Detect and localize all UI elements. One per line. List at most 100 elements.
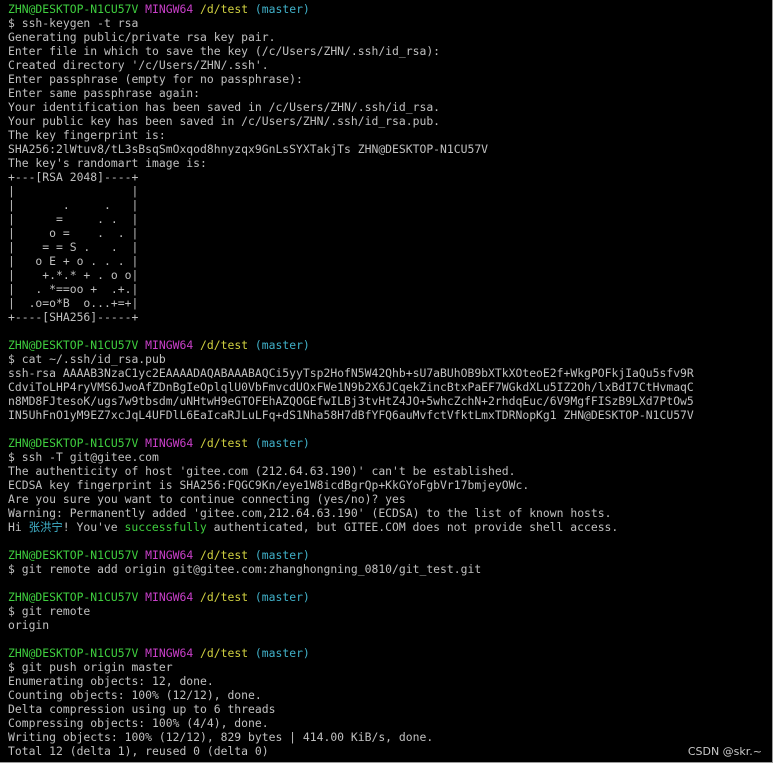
- output-line: Total 12 (delta 1), reused 0 (delta 0): [0, 744, 772, 758]
- output-line: | . . |: [0, 198, 772, 212]
- output-line: IN5UhFnO1yM9EZ7xcJqL4UFDlL6EaIcaRJLuLFq+…: [0, 408, 772, 422]
- prompt-line: ZHN@DESKTOP-N1CU57V MINGW64 /d/test (mas…: [0, 2, 772, 16]
- output-text: Are you sure you want to continue connec…: [8, 492, 406, 506]
- prompt-shell: MINGW64: [145, 2, 194, 16]
- hi-suffix: authenticated, but GITEE.COM does not pr…: [206, 520, 619, 534]
- output-text: Warning: Permanently added 'gitee.com,21…: [8, 506, 612, 520]
- csdn-watermark: CSDN @skr.~: [687, 745, 762, 758]
- output-line: origin: [0, 618, 772, 632]
- output-text: origin: [8, 618, 50, 632]
- prompt-shell: MINGW64: [145, 338, 194, 352]
- output-text: Created directory '/c/Users/ZHN/.ssh'.: [8, 58, 269, 72]
- command-text: $ cat ~/.ssh/id_rsa.pub: [8, 352, 166, 366]
- prompt-line: ZHN@DESKTOP-N1CU57V MINGW64 /d/test (mas…: [0, 548, 772, 562]
- output-line: | o = . . |: [0, 226, 772, 240]
- output-text: CdviToLHP4ryVMS6JwoAfZDnBgIeOplqlU0VbFmv…: [8, 380, 694, 394]
- prompt-branch: (master): [254, 338, 310, 352]
- output-text: | . . |: [8, 198, 139, 212]
- output-line: The authenticity of host 'gitee.com (212…: [0, 464, 772, 478]
- prompt-line: ZHN@DESKTOP-N1CU57V MINGW64 /d/test (mas…: [0, 338, 772, 352]
- prompt-branch: (master): [254, 548, 310, 562]
- output-line: Enter passphrase (empty for no passphras…: [0, 72, 772, 86]
- output-text: SHA256:2lWtuv8/tL3sBsqSmOxqod8hnyzqx9GnL…: [8, 142, 489, 156]
- prompt-shell: MINGW64: [145, 548, 194, 562]
- output-text: n8MD8FJtesoK/ugs7w9tbsdm/uNHtwH9eGTOFEhA…: [8, 394, 694, 408]
- command-text: $ git push origin master: [8, 660, 173, 674]
- prompt-user: ZHN@DESKTOP-N1CU57V: [8, 436, 139, 450]
- command-text: $ git remote add origin git@gitee.com:zh…: [8, 562, 482, 576]
- output-text: ECDSA key fingerprint is SHA256:FQGC9Kn/…: [8, 478, 530, 492]
- output-text: | o = . . |: [8, 226, 139, 240]
- prompt-user: ZHN@DESKTOP-N1CU57V: [8, 2, 139, 16]
- output-line: Counting objects: 100% (12/12), done.: [0, 688, 772, 702]
- output-line: Created directory '/c/Users/ZHN/.ssh'.: [0, 58, 772, 72]
- output-text: Your identification has been saved in /c…: [8, 100, 441, 114]
- prompt-user: ZHN@DESKTOP-N1CU57V: [8, 338, 139, 352]
- output-line: | |: [0, 184, 772, 198]
- command-line: $ git remote: [0, 604, 772, 618]
- prompt-path: /d/test: [200, 590, 249, 604]
- output-text: ssh-rsa AAAAB3NzaC1yc2EAAAADAQABAAABAQCi…: [8, 366, 694, 380]
- command-text: $ git remote: [8, 604, 91, 618]
- output-line: CdviToLHP4ryVMS6JwoAfZDnBgIeOplqlU0VbFmv…: [0, 380, 772, 394]
- output-text: Your public key has been saved in /c/Use…: [8, 114, 441, 128]
- output-text: +---[RSA 2048]----+: [8, 170, 139, 184]
- prompt-shell: MINGW64: [145, 590, 194, 604]
- output-text: Total 12 (delta 1), reused 0 (delta 0): [8, 744, 269, 758]
- output-text: | |: [8, 184, 139, 198]
- prompt-user: ZHN@DESKTOP-N1CU57V: [8, 548, 139, 562]
- hi-mid: ! You've: [62, 520, 125, 534]
- output-line: Are you sure you want to continue connec…: [0, 492, 772, 506]
- output-line: Hi 张洪宁! You've successfully authenticate…: [0, 520, 772, 534]
- prompt-branch: (master): [254, 646, 310, 660]
- command-text: $ ssh -T git@gitee.com: [8, 450, 159, 464]
- output-text: The key's randomart image is:: [8, 156, 207, 170]
- command-line: $ ssh -T git@gitee.com: [0, 450, 772, 464]
- clipped-text-g: g: [0, 632, 7, 646]
- prompt-user: ZHN@DESKTOP-N1CU57V: [8, 590, 139, 604]
- output-text: Enter passphrase (empty for no passphras…: [8, 72, 303, 86]
- prompt-line: ZHN@DESKTOP-N1CU57V MINGW64 /d/test (mas…: [0, 590, 772, 604]
- hi-prefix: Hi: [8, 520, 29, 534]
- output-text: The key fingerprint is:: [8, 128, 166, 142]
- output-line: SHA256:2lWtuv8/tL3sBsqSmOxqod8hnyzqx9GnL…: [0, 142, 772, 156]
- user-name: 张洪宁: [28, 520, 63, 534]
- output-text: Writing objects: 100% (12/12), 829 bytes…: [8, 730, 434, 744]
- clipped-text-c: C: [0, 58, 7, 72]
- prompt-line: ZHN@DESKTOP-N1CU57V MINGW64 /d/test (mas…: [0, 646, 772, 660]
- prompt-branch: (master): [254, 436, 310, 450]
- prompt-shell: MINGW64: [145, 436, 194, 450]
- output-line: Enumerating objects: 12, done.: [0, 674, 772, 688]
- output-text: Enter same passphrase again:: [8, 86, 201, 100]
- output-line: Your public key has been saved in /c/Use…: [0, 114, 772, 128]
- output-text: Counting objects: 100% (12/12), done.: [8, 688, 262, 702]
- output-line: Writing objects: 100% (12/12), 829 bytes…: [0, 730, 772, 744]
- output-line: Your identification has been saved in /c…: [0, 100, 772, 114]
- command-line: $ ssh-keygen -t rsa: [0, 16, 772, 30]
- output-line: Compressing objects: 100% (4/4), done.: [0, 716, 772, 730]
- output-line: | . *==oo + .+.|: [0, 282, 772, 296]
- output-line: | o E + o . . . |: [0, 254, 772, 268]
- output-line: +---[RSA 2048]----+: [0, 170, 772, 184]
- output-text: Enter file in which to save the key (/c/…: [8, 44, 441, 58]
- prompt-line: ZHN@DESKTOP-N1CU57V MINGW64 /d/test (mas…: [0, 436, 772, 450]
- output-text: IN5UhFnO1yM9EZ7xcJqL4UFDlL6EaIcaRJLuLFq+…: [8, 408, 694, 422]
- command-line: $ git push origin master: [0, 660, 772, 674]
- prompt-path: /d/test: [200, 646, 249, 660]
- output-text: | . *==oo + .+.|: [8, 282, 139, 296]
- output-line: | = = S . . |: [0, 240, 772, 254]
- prompt-shell: MINGW64: [145, 646, 194, 660]
- prompt-path: /d/test: [200, 548, 249, 562]
- prompt-branch: (master): [254, 2, 310, 16]
- output-line: The key's randomart image is:: [0, 156, 772, 170]
- prompt-path: /d/test: [200, 338, 249, 352]
- terminal-window[interactable]: ZHN@DESKTOP-N1CU57V MINGW64 /d/test (mas…: [0, 0, 773, 763]
- output-line: | +.*.* + . o o|: [0, 268, 772, 282]
- prompt-user: ZHN@DESKTOP-N1CU57V: [8, 646, 139, 660]
- prompt-branch: (master): [254, 590, 310, 604]
